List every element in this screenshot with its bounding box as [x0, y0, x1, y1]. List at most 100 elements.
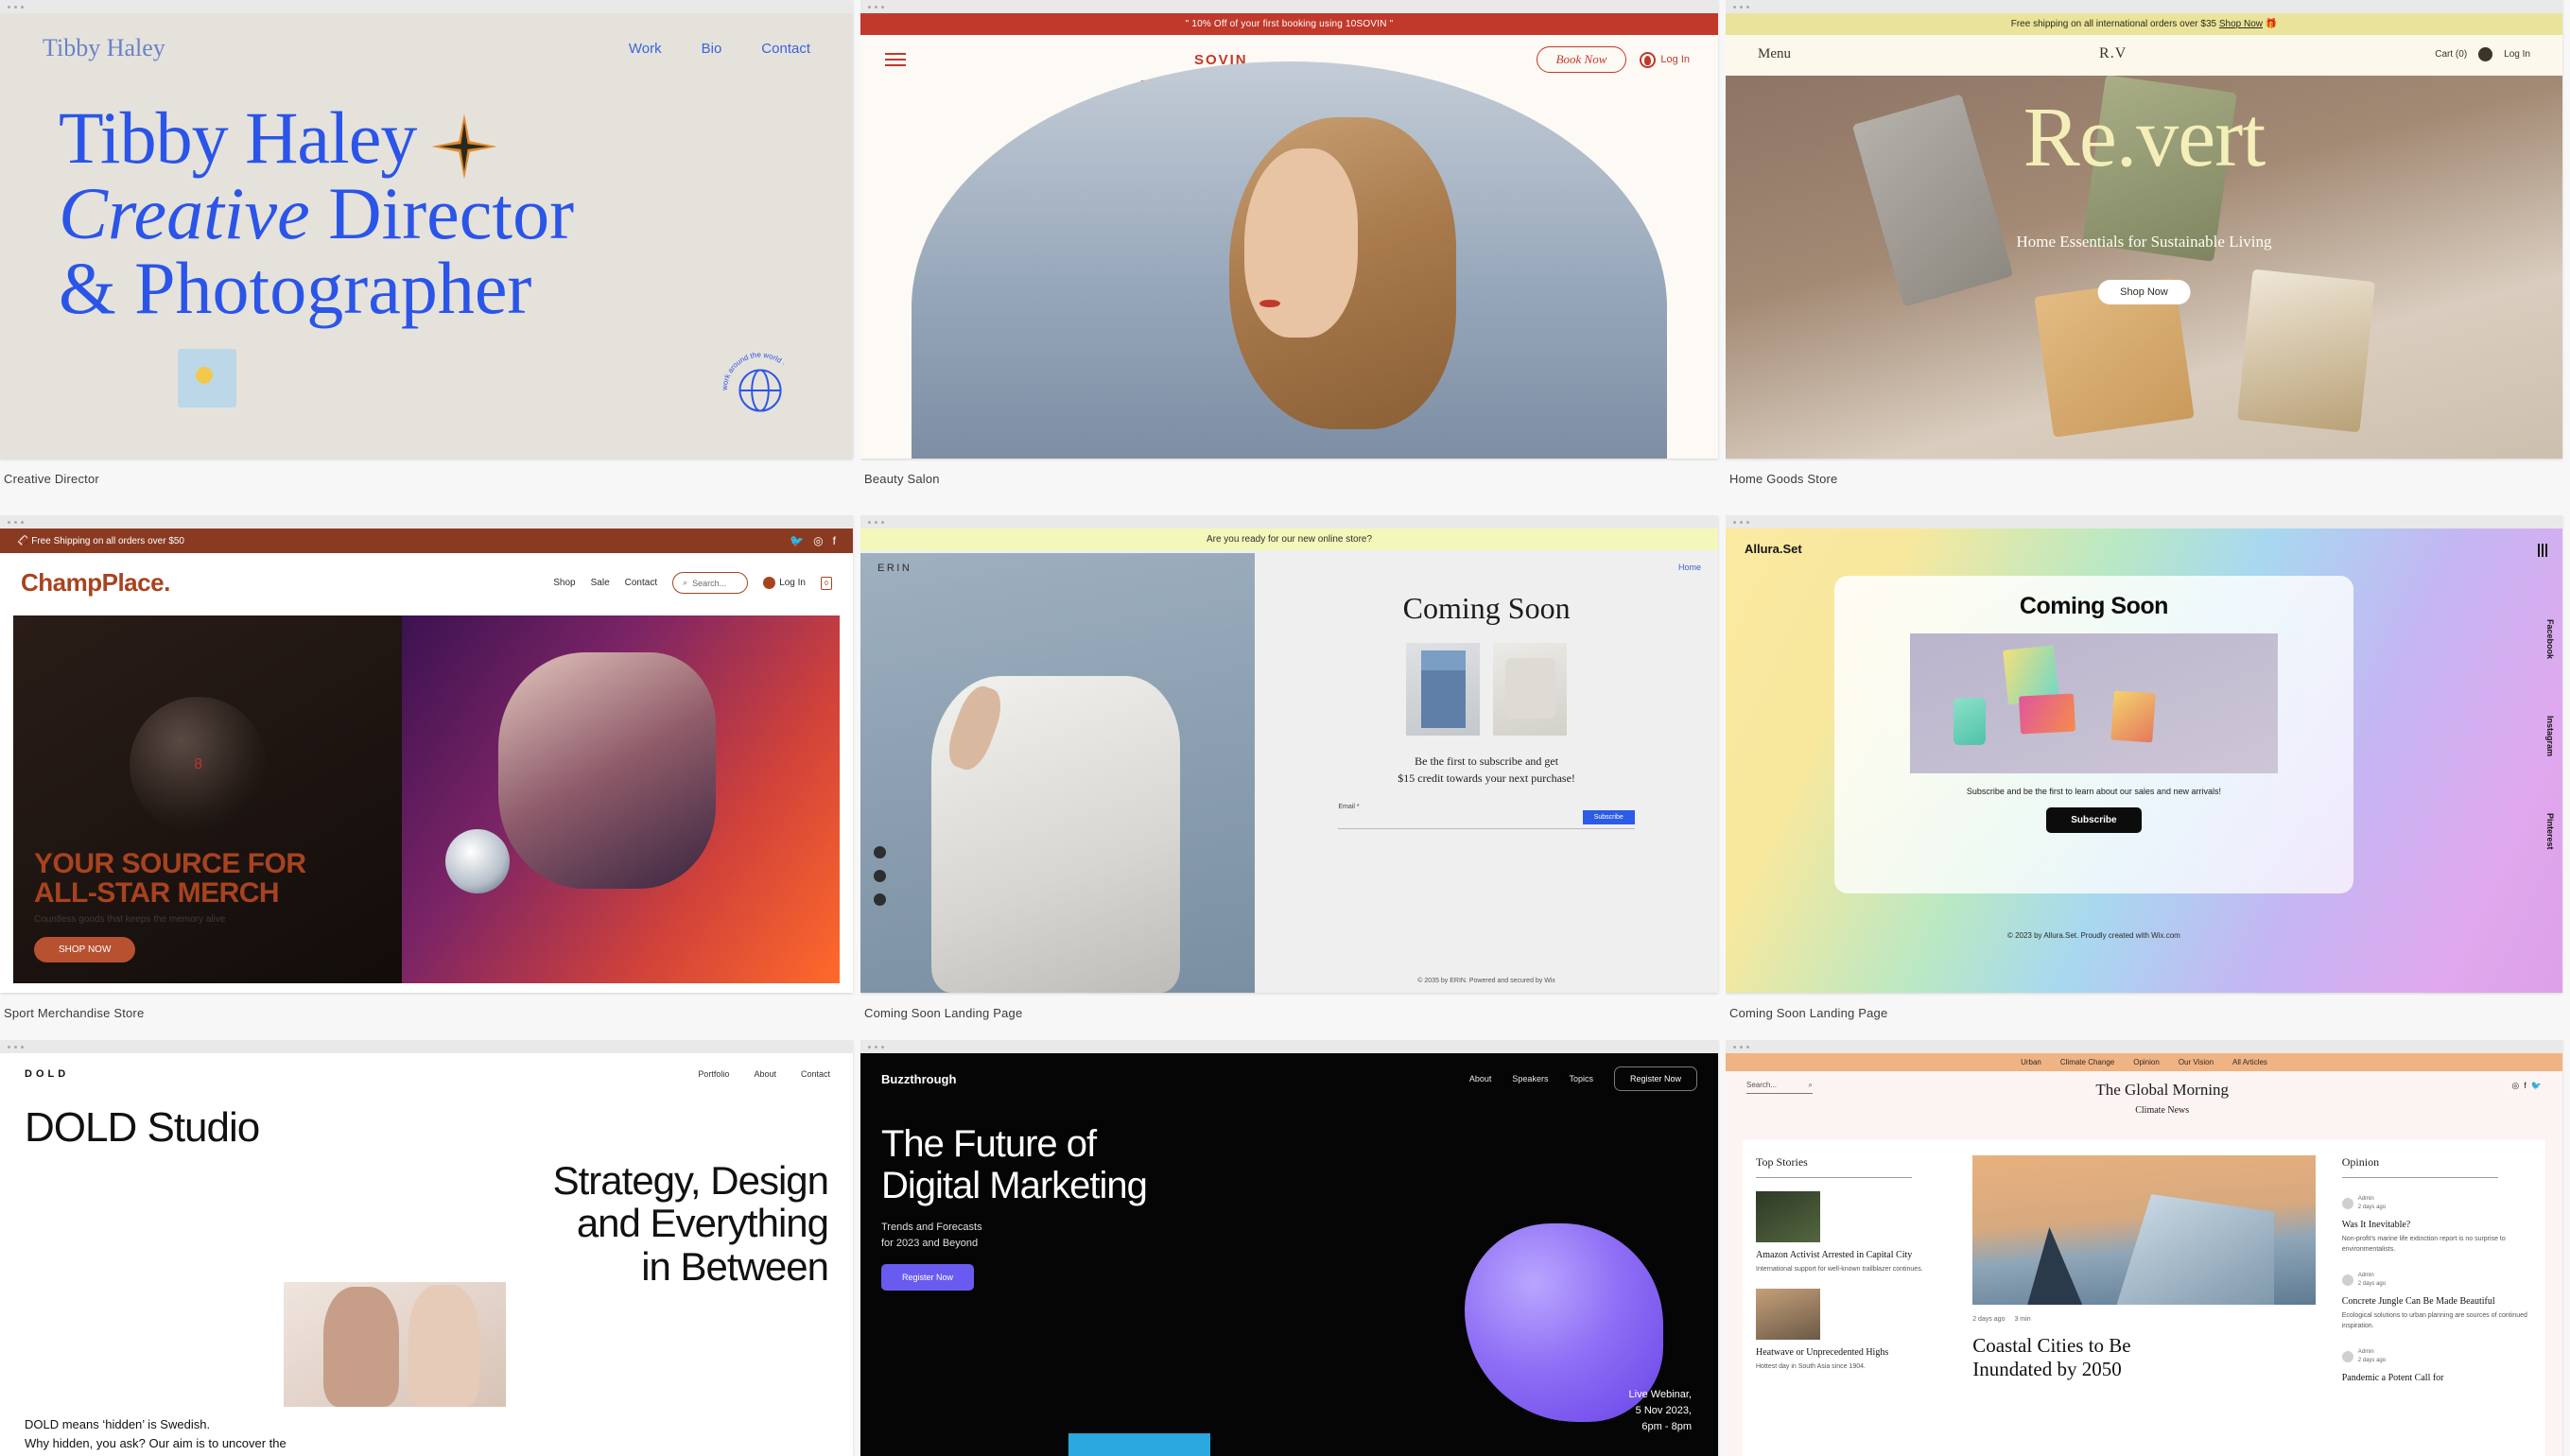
nav-item-climate-change[interactable]: Climate Change — [2060, 1058, 2114, 1066]
promo-banner[interactable]: Are you ready for our new online store? — [860, 529, 1718, 550]
email-label: Email * — [1338, 804, 1360, 810]
template-card-dold-studio[interactable]: DOLD Portfolio About Contact DOLD Studio… — [0, 1040, 860, 1456]
nav-item-sale[interactable]: Sale — [591, 578, 610, 588]
cart-button[interactable]: Cart (0) — [2435, 49, 2467, 60]
register-now-button[interactable]: Register Now — [881, 1264, 975, 1291]
hamburger-menu-icon[interactable] — [885, 49, 906, 70]
nav-item-shop[interactable]: Shop — [553, 578, 575, 588]
nav-item-about[interactable]: About — [754, 1069, 776, 1079]
facebook-icon[interactable]: f — [2524, 1081, 2527, 1091]
decorative-screen — [1068, 1433, 1210, 1456]
list-item[interactable]: Amazon Activist Arrested in Capital City… — [1756, 1191, 1946, 1275]
template-card-sport-merch-store[interactable]: 🏈 Free Shipping on all orders over $50 🐦… — [0, 515, 860, 1040]
nav-item-about[interactable]: About — [1469, 1074, 1492, 1083]
template-card-creative-director[interactable]: Tibby Haley Work Bio Contact Tibby Haley… — [0, 0, 860, 515]
nav-item-portfolio[interactable]: Portfolio — [698, 1069, 729, 1079]
site-header: Menu R.V Cart (0) Log In — [1726, 35, 2562, 73]
card-caption: Home Goods Store — [1729, 472, 1838, 486]
opinion-description: Non-profit’s marine life extinction repo… — [2341, 1236, 2506, 1253]
twitter-icon[interactable]: 🐦 — [2531, 1081, 2542, 1091]
nav-item-our-vision[interactable]: Our Vision — [2179, 1058, 2214, 1066]
search-input[interactable]: Search... ⌕ — [1746, 1081, 1813, 1094]
social-links: ◎ f 🐦 — [2511, 1081, 2542, 1091]
site-brand[interactable]: Allura.Set — [1745, 542, 1802, 556]
promo-shop-now-link[interactable]: Shop Now — [2219, 19, 2263, 29]
list-item[interactable]: Admin 2 days ago Concrete Jungle Can Be M… — [2341, 1272, 2532, 1331]
hamburger-menu-icon[interactable] — [2538, 544, 2547, 557]
promo-banner[interactable]: Free shipping on all international order… — [1726, 13, 2562, 35]
top-stories-column: Top Stories Amazon Activist Arrested in … — [1743, 1155, 1959, 1456]
instagram-icon[interactable]: ◎ — [2511, 1081, 2519, 1091]
intro-paragraph: DOLD means ‘hidden’ is Swedish. Why hidd… — [25, 1415, 287, 1452]
site-brand[interactable]: R.V — [2099, 45, 2127, 62]
account-avatar-icon — [763, 577, 776, 589]
subscribe-form: Email * Subscribe — [1338, 804, 1635, 829]
featured-image — [1972, 1155, 2316, 1305]
nav-item-work[interactable]: Work — [629, 41, 662, 57]
nav-item-urban[interactable]: Urban — [2021, 1058, 2041, 1066]
paragraph-line-1: DOLD means ‘hidden’ is Swedish. — [25, 1417, 211, 1431]
list-item[interactable]: Admin 2 days ago Was It Inevitable? Non-p… — [2341, 1195, 2532, 1255]
login-button[interactable]: Log In — [763, 577, 806, 589]
site-brand[interactable]: ERIN — [877, 563, 912, 574]
browser-chrome-bar — [0, 515, 853, 529]
featured-article-column[interactable]: 2 days ago 3 min Coastal Cities to Be In… — [1959, 1155, 2329, 1456]
site-header: Tibby Haley Work Bio Contact — [0, 13, 853, 62]
cart-bag-icon[interactable]: 0 — [821, 576, 832, 590]
shop-now-button[interactable]: SHOP NOW — [34, 937, 136, 962]
hero-subtext: Countless goods that keeps the memory al… — [34, 914, 226, 925]
nav-item-contact[interactable]: Contact — [801, 1069, 830, 1079]
nav-item-speakers[interactable]: Speakers — [1512, 1074, 1548, 1083]
nav-item-home[interactable]: Home — [1678, 563, 1701, 572]
subheadline-line-2: and Everything — [576, 1201, 829, 1246]
template-card-coming-soon-allura[interactable]: Allura.Set Coming Soon Subscribe and be … — [1726, 515, 2570, 1040]
nav-item-topics[interactable]: Topics — [1569, 1074, 1593, 1083]
facebook-icon[interactable]: f — [833, 534, 836, 547]
nav-item-all-articles[interactable]: All Articles — [2232, 1058, 2267, 1066]
subscribe-button[interactable]: Subscribe — [1582, 810, 1635, 824]
hero-headline: YOUR SOURCE FOR ALL-STAR MERCH — [34, 847, 306, 909]
template-card-coming-soon-erin[interactable]: Are you ready for our new online store? … — [860, 515, 1726, 1040]
instagram-link[interactable]: Instagram — [2545, 716, 2555, 756]
menu-button[interactable]: Menu — [1758, 46, 1791, 62]
pinterest-link[interactable]: Pinterest — [2545, 813, 2555, 850]
site-brand[interactable]: Buzzthrough — [881, 1072, 956, 1086]
nav-item-contact[interactable]: Contact — [761, 41, 810, 57]
opinion-time: 2 days ago — [2357, 1358, 2387, 1363]
browser-chrome-bar — [860, 515, 1718, 529]
site-logo[interactable]: Tibby Haley — [43, 34, 165, 62]
twitter-icon[interactable]: 🐦 — [790, 534, 804, 547]
pinterest-icon[interactable] — [874, 893, 886, 906]
login-label[interactable]: Log In — [2504, 49, 2530, 60]
nav-item-opinion[interactable]: Opinion — [2133, 1058, 2160, 1066]
nav-item-bio[interactable]: Bio — [702, 41, 722, 57]
facebook-link[interactable]: Facebook — [2545, 619, 2555, 659]
login-button[interactable]: Log In — [1640, 51, 1690, 68]
article-readtime: 3 min — [2014, 1316, 2031, 1323]
book-now-button[interactable]: Book Now — [1536, 46, 1627, 73]
template-card-beauty-salon[interactable]: " 10% Off of your first booking using 10… — [860, 0, 1726, 515]
search-input[interactable]: ⌕ Search... — [672, 572, 749, 594]
subscribe-button[interactable]: Subscribe — [2046, 807, 2142, 833]
register-now-header-button[interactable]: Register Now — [1613, 1066, 1697, 1091]
nav-item-contact[interactable]: Contact — [625, 578, 657, 588]
opinion-time: 2 days ago — [2357, 1281, 2387, 1287]
site-brand[interactable]: ChampPlace. — [21, 568, 170, 598]
site-topnav: Urban Climate Change Opinion Our Vision … — [1726, 1053, 2562, 1071]
template-card-home-goods-store[interactable]: Free shipping on all international order… — [1726, 0, 2570, 515]
promo-banner[interactable]: " 10% Off of your first booking using 10… — [860, 13, 1718, 35]
list-item[interactable]: Admin 2 days ago Pandemic a Potent Call f… — [2341, 1348, 2532, 1384]
template-card-global-morning[interactable]: Urban Climate Change Opinion Our Vision … — [1726, 1040, 2570, 1456]
shop-now-button[interactable]: Shop Now — [2097, 280, 2191, 304]
instagram-icon[interactable] — [874, 870, 886, 882]
template-card-buzzthrough[interactable]: Buzzthrough About Speakers Topics Regist… — [860, 1040, 1726, 1456]
account-avatar-icon — [2478, 46, 2493, 61]
subscribe-copy: Be the first to subscribe and get $15 cr… — [1255, 753, 1718, 787]
instagram-icon[interactable]: ◎ — [813, 534, 823, 547]
facebook-icon[interactable] — [874, 846, 886, 858]
browser-chrome-bar — [860, 0, 1718, 13]
promo-banner[interactable]: 🏈 Free Shipping on all orders over $50 🐦… — [0, 529, 853, 553]
list-item[interactable]: Heatwave or Unprecedented Highs Hottest … — [1756, 1288, 1946, 1373]
site-brand[interactable]: DOLD — [25, 1068, 69, 1080]
browser-chrome-bar — [1726, 515, 2562, 529]
